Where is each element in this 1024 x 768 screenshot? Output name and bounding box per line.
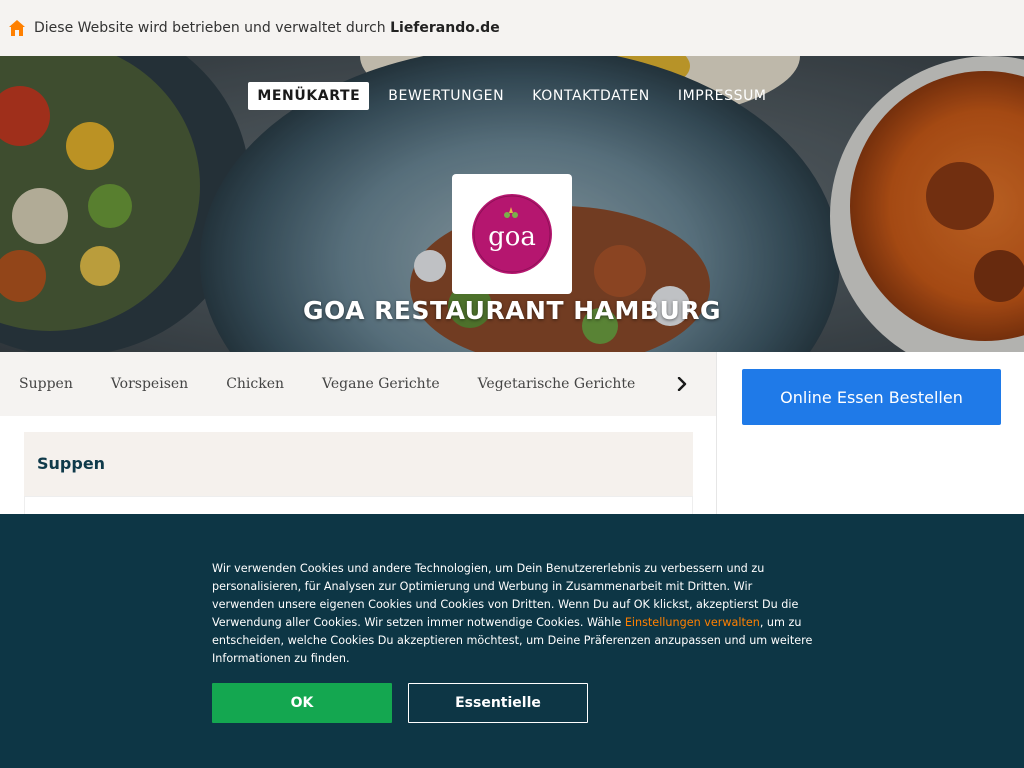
restaurant-logo: goa [452,174,572,294]
chevron-right-icon [677,377,687,391]
category-vegane-gerichte[interactable]: Vegane Gerichte [322,376,440,392]
cookie-banner: Wir verwenden Cookies und andere Technol… [0,514,1024,768]
category-chicken[interactable]: Chicken [226,376,284,392]
category-vorspeisen[interactable]: Vorspeisen [111,376,188,392]
lieferando-house-icon [9,20,25,36]
notice-prefix: Diese Website wird betrieben und verwalt… [34,20,391,36]
manage-settings-link[interactable]: Einstellungen verwalten [625,616,760,629]
lieferando-link[interactable]: Lieferando.de [390,20,500,36]
logo-text: goa [488,222,536,252]
cookie-ok-button[interactable]: OK [212,683,392,723]
category-scroll-right[interactable] [670,372,694,396]
category-suppen[interactable]: Suppen [19,376,73,392]
goa-logo-icon: goa [472,194,552,274]
menu-area: Suppen [0,416,716,514]
order-online-button[interactable]: Online Essen Bestellen [742,369,1001,425]
operator-notice-text: Diese Website wird betrieben und verwalt… [34,20,500,36]
main-nav: MENÜKARTE BEWERTUNGEN KONTAKTDATEN IMPRE… [0,82,1024,110]
category-nav: Suppen Vorspeisen Chicken Vegane Gericht… [0,352,716,416]
section-title: Suppen [37,454,106,473]
restaurant-name: GOA RESTAURANT HAMBURG [302,296,722,325]
category-list: Suppen Vorspeisen Chicken Vegane Gericht… [0,376,654,392]
category-vegetarische-gerichte[interactable]: Vegetarische Gerichte [478,376,636,392]
operator-notice-bar: Diese Website wird betrieben und verwalt… [0,0,1024,56]
hero-banner: MENÜKARTE BEWERTUNGEN KONTAKTDATEN IMPRE… [0,56,1024,352]
nav-menukarte[interactable]: MENÜKARTE [248,82,370,110]
cookie-text: Wir verwenden Cookies und andere Technol… [212,560,816,668]
nav-bewertungen[interactable]: BEWERTUNGEN [379,82,513,110]
cookie-essential-button[interactable]: Essentielle [408,683,588,723]
menu-section-header: Suppen [24,432,693,496]
nav-impressum[interactable]: IMPRESSUM [669,82,776,110]
nav-kontaktdaten[interactable]: KONTAKTDATEN [523,82,659,110]
menu-item-card[interactable] [24,496,693,514]
order-panel: Online Essen Bestellen [716,352,1024,514]
